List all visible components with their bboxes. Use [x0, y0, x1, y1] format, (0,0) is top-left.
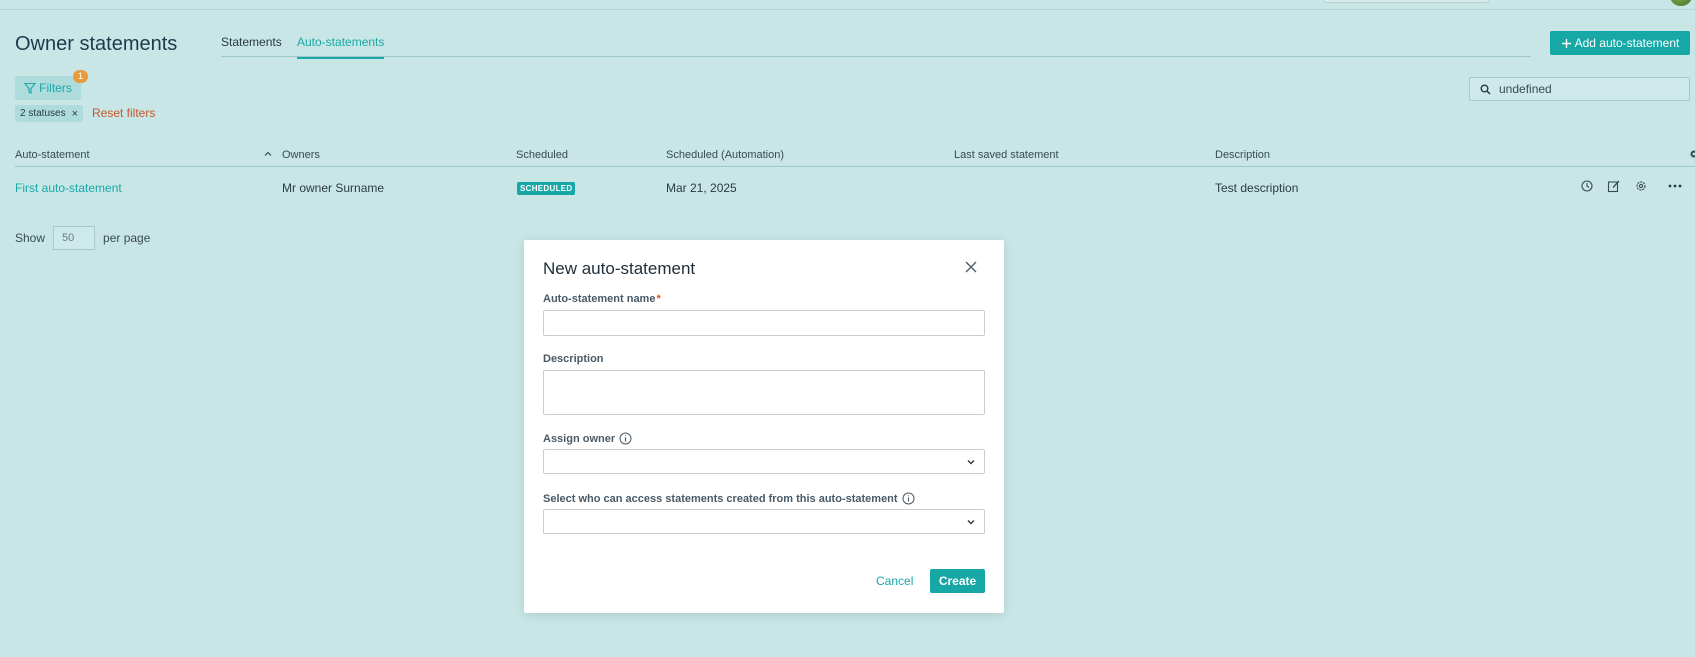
sort-up-icon[interactable]	[263, 148, 273, 162]
new-auto-statement-modal: New auto-statement Auto-statement name *…	[524, 240, 1004, 613]
required-mark: *	[656, 293, 661, 305]
page-title: Owner statements	[15, 33, 178, 55]
col-description[interactable]: Description	[1215, 149, 1270, 161]
col-scheduled-automation[interactable]: Scheduled (Automation)	[666, 149, 784, 161]
gear-icon[interactable]	[1688, 148, 1695, 163]
status-badge: SCHEDULED	[517, 182, 576, 195]
search-input[interactable]	[1499, 82, 1679, 96]
more-options-icon[interactable]	[1667, 179, 1683, 193]
name-field-label: Auto-statement name *	[543, 293, 661, 305]
filters-button[interactable]: Filters	[15, 76, 81, 100]
name-label-text: Auto-statement name	[543, 293, 656, 305]
chevron-down-icon	[967, 459, 975, 464]
row-actions	[1580, 179, 1683, 193]
close-icon[interactable]: ×	[72, 108, 78, 120]
modal-title: New auto-statement	[543, 259, 696, 278]
pagination: Show per page	[15, 226, 150, 250]
add-auto-statement-button[interactable]: Add auto-statement	[1550, 31, 1690, 55]
description-cell: Test description	[1215, 181, 1299, 195]
settings-icon[interactable]	[1634, 179, 1648, 193]
tab-auto-statements[interactable]: Auto-statements	[297, 35, 385, 59]
info-icon[interactable]	[619, 432, 632, 445]
search-icon	[1480, 84, 1491, 95]
description-textarea[interactable]	[543, 370, 985, 415]
reset-filters-link[interactable]: Reset filters	[92, 106, 155, 120]
scheduled-automation-cell: Mar 21, 2025	[666, 181, 737, 195]
filters-label: Filters	[39, 81, 72, 95]
show-label: Show	[15, 231, 46, 245]
auto-statement-name-link[interactable]: First auto-statement	[15, 181, 122, 195]
col-auto-statement[interactable]: Auto-statement	[15, 149, 90, 161]
owner-label-text: Assign owner	[543, 432, 616, 445]
access-field-label: Select who can access statements created…	[543, 492, 915, 505]
edit-icon[interactable]	[1607, 179, 1621, 193]
col-scheduled[interactable]: Scheduled	[516, 149, 568, 161]
chevron-down-icon	[967, 519, 975, 524]
plus-icon	[1561, 38, 1571, 48]
access-label-text: Select who can access statements created…	[543, 492, 898, 505]
owner-field-label: Assign owner	[543, 432, 632, 445]
col-last-saved-statement[interactable]: Last saved statement	[954, 149, 1059, 161]
table-row[interactable]: First auto-statement Mr owner Surname SC…	[15, 177, 1695, 201]
create-button[interactable]: Create	[930, 569, 985, 593]
filters-count-badge: 1	[73, 70, 88, 83]
owners-cell: Mr owner Surname	[282, 181, 385, 195]
info-icon[interactable]	[902, 492, 915, 505]
search-box	[1469, 77, 1690, 101]
per-page-label: per page	[103, 231, 151, 245]
filter-chip-label: 2 statuses	[20, 108, 66, 119]
filter-icon	[24, 82, 37, 94]
add-auto-statement-label: Add auto-statement	[1574, 36, 1680, 50]
top-search-stub[interactable]	[1323, 0, 1489, 3]
col-owners[interactable]: Owners	[282, 149, 320, 161]
assign-owner-select[interactable]	[543, 449, 985, 474]
top-bar	[0, 0, 1695, 10]
tab-bar: Statements Auto-statements	[221, 30, 1531, 59]
close-icon[interactable]	[964, 260, 978, 277]
history-icon[interactable]	[1580, 179, 1594, 193]
cancel-button[interactable]: Cancel	[876, 574, 913, 588]
per-page-input[interactable]	[53, 226, 96, 250]
description-field-label: Description	[543, 353, 604, 365]
auto-statement-name-input[interactable]	[543, 310, 985, 336]
table-header: Auto-statement Owners Scheduled Schedule…	[15, 147, 1695, 167]
avatar[interactable]	[1670, 0, 1692, 6]
access-select[interactable]	[543, 509, 985, 534]
filter-chip-statuses[interactable]: 2 statuses ×	[15, 105, 84, 122]
tab-statements[interactable]: Statements	[221, 35, 282, 57]
